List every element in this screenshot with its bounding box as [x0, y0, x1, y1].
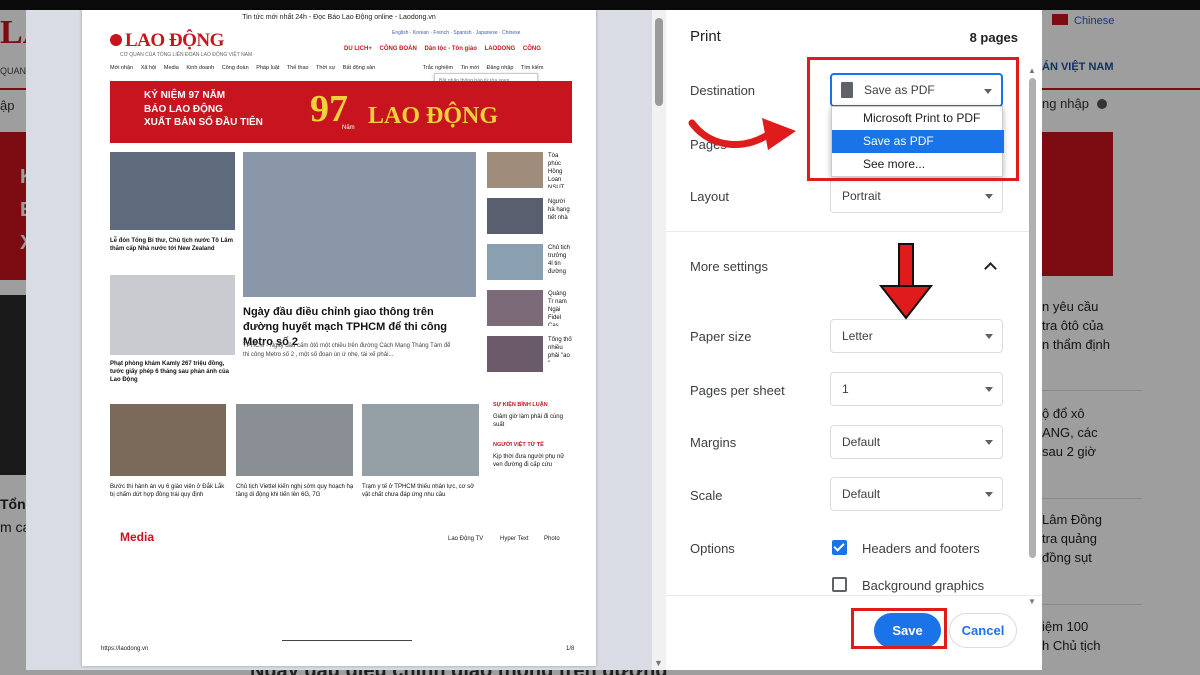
curved-arrow-icon — [688, 119, 776, 148]
screen: { "background_site": { "logo_fragment": … — [0, 0, 1200, 675]
down-arrow-shaft — [898, 243, 914, 289]
curved-arrow-head — [762, 118, 796, 150]
annotation-arrows — [688, 118, 934, 320]
down-arrow-head — [878, 285, 934, 320]
